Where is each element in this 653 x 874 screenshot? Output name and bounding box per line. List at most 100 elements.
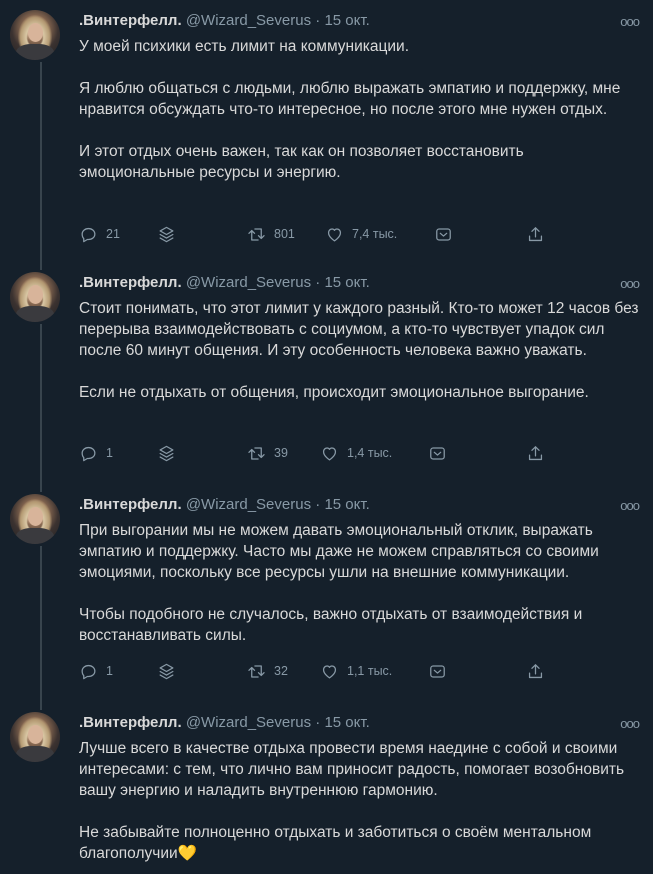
user-handle[interactable]: @Wizard_Severus xyxy=(186,496,311,513)
share-button[interactable] xyxy=(526,441,545,465)
thread-line xyxy=(40,262,42,270)
more-options-icon[interactable]: ooo xyxy=(620,498,640,513)
like-button[interactable]: 1,1 тыс. xyxy=(320,659,392,683)
layers-button[interactable] xyxy=(157,222,176,246)
tweet-date[interactable]: 15 окт. xyxy=(324,496,369,513)
tweet-text: У моей психики есть лимит на коммуникаци… xyxy=(79,36,639,183)
separator-dot: · xyxy=(315,274,321,291)
thread-line xyxy=(40,484,42,492)
reply-button[interactable]: 1 xyxy=(79,441,113,465)
avatar[interactable] xyxy=(10,10,60,60)
bookmark-icon xyxy=(430,446,445,460)
tweet-paragraph: У моей психики есть лимит на коммуникаци… xyxy=(79,38,410,55)
user-handle[interactable]: @Wizard_Severus xyxy=(186,714,311,731)
tweet-paragraph-text: Не забывайте полноценно отдыхать и забот… xyxy=(79,824,592,862)
avatar[interactable] xyxy=(10,272,60,322)
tweet[interactable]: .Винтерфелл. @Wizard_Severus · 15 окт. o… xyxy=(0,484,653,702)
retweet-count: 32 xyxy=(274,664,288,678)
yellow-heart-emoji: 💛 xyxy=(177,845,197,862)
display-name[interactable]: .Винтерфелл. xyxy=(79,12,182,29)
tweet-paragraph: Я люблю общаться с людьми, люблю выражат… xyxy=(79,80,621,118)
user-handle[interactable]: @Wizard_Severus xyxy=(186,12,311,29)
avatar[interactable] xyxy=(10,712,60,762)
retweet-icon xyxy=(248,664,265,678)
reply-count: 1 xyxy=(106,446,113,460)
reply-icon xyxy=(81,664,96,679)
tweet-header: .Винтерфелл. @Wizard_Severus · 15 окт. xyxy=(79,12,370,29)
tweet-text: Стоит понимать, что этот лимит у каждого… xyxy=(79,298,639,403)
tweet-paragraph: Стоит понимать, что этот лимит у каждого… xyxy=(79,300,639,359)
tweet-paragraph: И этот отдых очень важен, так как он поз… xyxy=(79,143,524,181)
tweet-paragraph: Чтобы подобного не случалось, важно отды… xyxy=(79,606,583,644)
display-name[interactable]: .Винтерфелл. xyxy=(79,496,182,513)
tweet-paragraph: При выгорании мы не можем давать эмоцион… xyxy=(79,522,599,581)
tweet-text: Лучше всего в качестве отдыха провести в… xyxy=(79,738,639,864)
reply-icon xyxy=(81,446,96,461)
tweet-paragraph: Если не отдыхать от общения, происходит … xyxy=(79,384,589,401)
share-button[interactable] xyxy=(526,222,545,246)
bookmark-icon xyxy=(430,664,445,678)
tweet[interactable]: .Винтерфелл. @Wizard_Severus · 15 окт. o… xyxy=(0,0,653,262)
reply-button[interactable]: 21 xyxy=(79,222,120,246)
retweet-count: 39 xyxy=(274,446,288,460)
bookmark-button[interactable] xyxy=(434,222,453,246)
share-icon xyxy=(528,445,543,460)
layers-button[interactable] xyxy=(157,441,176,465)
retweet-icon xyxy=(248,446,265,460)
display-name[interactable]: .Винтерфелл. xyxy=(79,714,182,731)
avatar[interactable] xyxy=(10,494,60,544)
retweet-button[interactable]: 39 xyxy=(247,441,288,465)
tweet-paragraph: Лучше всего в качестве отдыха провести в… xyxy=(79,740,625,799)
like-icon xyxy=(327,227,342,241)
tweet-actions: 1 32 1,1 тыс. xyxy=(79,659,559,683)
tweet[interactable]: .Винтерфелл. @Wizard_Severus · 15 окт. o… xyxy=(0,262,653,484)
tweet-date[interactable]: 15 окт. xyxy=(324,12,369,29)
separator-dot: · xyxy=(315,714,321,731)
layers-button[interactable] xyxy=(157,659,176,683)
tweet-date[interactable]: 15 окт. xyxy=(324,274,369,291)
thread-line xyxy=(40,546,42,702)
thread: .Винтерфелл. @Wizard_Severus · 15 окт. o… xyxy=(0,0,653,874)
share-icon xyxy=(528,663,543,678)
like-count: 1,1 тыс. xyxy=(347,664,393,678)
tweet-header: .Винтерфелл. @Wizard_Severus · 15 окт. xyxy=(79,274,370,291)
reply-icon xyxy=(81,227,96,242)
layers-icon xyxy=(159,663,174,679)
tweet-header: .Винтерфелл. @Wizard_Severus · 15 окт. xyxy=(79,714,370,731)
tweet-header: .Винтерфелл. @Wizard_Severus · 15 окт. xyxy=(79,496,370,513)
more-options-icon[interactable]: ooo xyxy=(620,716,640,731)
tweet[interactable]: .Винтерфелл. @Wizard_Severus · 15 окт. o… xyxy=(0,702,653,874)
like-icon xyxy=(322,664,337,678)
share-button[interactable] xyxy=(526,659,545,683)
tweet-date[interactable]: 15 окт. xyxy=(324,714,369,731)
separator-dot: · xyxy=(315,496,321,513)
user-handle[interactable]: @Wizard_Severus xyxy=(186,274,311,291)
thread-line xyxy=(40,702,42,710)
tweet-text: При выгорании мы не можем давать эмоцион… xyxy=(79,520,639,646)
like-button[interactable]: 1,4 тыс. xyxy=(320,441,392,465)
reply-count: 21 xyxy=(106,227,120,241)
bookmark-button[interactable] xyxy=(428,441,447,465)
display-name[interactable]: .Винтерфелл. xyxy=(79,274,182,291)
tweet-actions: 1 39 1,4 тыс. xyxy=(79,441,559,465)
retweet-button[interactable]: 32 xyxy=(247,659,288,683)
reply-button[interactable]: 1 xyxy=(79,659,113,683)
bookmark-button[interactable] xyxy=(428,659,447,683)
tweet-paragraph: Не забывайте полноценно отдыхать и забот… xyxy=(79,822,639,864)
retweet-count: 801 xyxy=(274,227,295,241)
more-options-icon[interactable]: ooo xyxy=(620,14,640,29)
thread-line xyxy=(40,324,42,484)
reply-count: 1 xyxy=(106,664,113,678)
retweet-button[interactable]: 801 xyxy=(247,222,295,246)
bookmark-icon xyxy=(436,227,451,241)
more-options-icon[interactable]: ooo xyxy=(620,276,640,291)
share-icon xyxy=(528,226,543,241)
like-count: 1,4 тыс. xyxy=(347,446,393,460)
retweet-icon xyxy=(248,227,265,241)
like-button[interactable]: 7,4 тыс. xyxy=(325,222,397,246)
like-count: 7,4 тыс. xyxy=(352,227,398,241)
layers-icon xyxy=(159,445,174,461)
like-icon xyxy=(322,446,337,460)
tweet-actions: 21 801 7,4 тыс. xyxy=(79,222,559,246)
separator-dot: · xyxy=(315,12,321,29)
